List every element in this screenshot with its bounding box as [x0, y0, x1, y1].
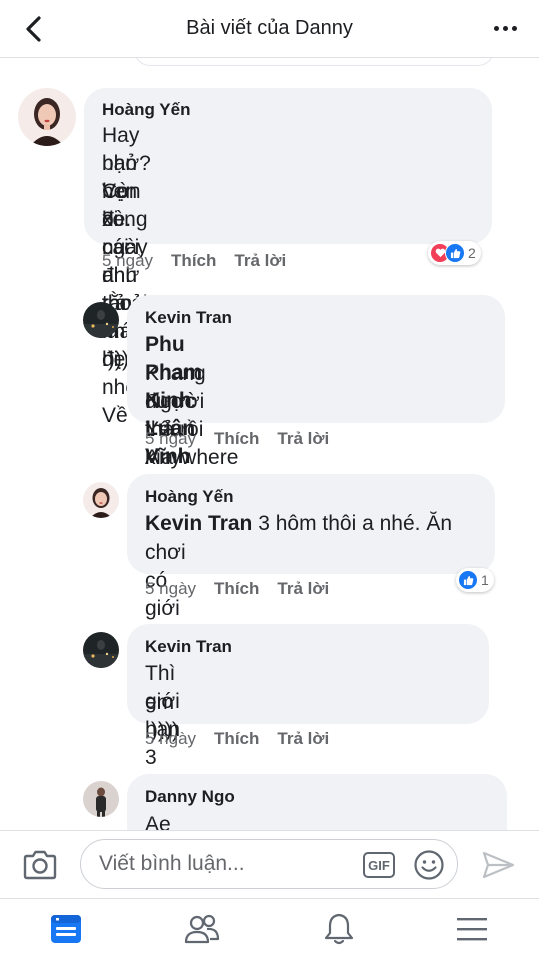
hamburger-menu-icon	[457, 918, 487, 941]
comment-time: 5 ngày	[102, 251, 154, 270]
comment-time: 5 ngày	[145, 429, 197, 448]
thumbs-up-icon	[445, 243, 465, 263]
comment-author[interactable]: Hoàng Yến	[145, 487, 233, 507]
comment-text: 3 hôm thôi a nhé. Ăn	[252, 512, 453, 535]
reaction-summary[interactable]: 2	[428, 241, 481, 265]
comment-time: 5 ngày	[145, 729, 197, 748]
reaction-count: 1	[481, 572, 489, 588]
top-bar: Bài viết của Danny	[0, 0, 539, 58]
bell-icon	[324, 913, 354, 945]
smiley-icon	[414, 850, 444, 880]
comment-meta: 5 ngày Thích Trả lời	[102, 251, 286, 271]
dot-icon	[502, 25, 508, 31]
camera-icon	[23, 850, 57, 880]
news-feed-icon	[51, 915, 81, 943]
more-options-button[interactable]	[489, 16, 521, 40]
gif-button[interactable]: GIF	[363, 852, 395, 878]
comment-meta: 5 ngày Thích Trả lời	[145, 579, 329, 599]
reply-button[interactable]: Trả lời	[234, 251, 286, 270]
reaction-count: 2	[468, 245, 476, 261]
comment-time: 5 ngày	[145, 579, 197, 598]
reaction-summary[interactable]: 1	[456, 568, 494, 592]
like-button[interactable]: Thích	[214, 579, 259, 598]
bottom-navigation	[0, 898, 539, 960]
dot-icon	[493, 25, 499, 31]
page-title: Bài viết của Danny	[186, 17, 353, 39]
like-button[interactable]: Thích	[171, 251, 216, 270]
like-button[interactable]: Thích	[214, 729, 259, 748]
avatar[interactable]	[83, 482, 119, 518]
avatar[interactable]	[83, 781, 119, 817]
thumbs-up-icon	[458, 570, 478, 590]
dot-icon	[511, 25, 517, 31]
reply-button[interactable]: Trả lời	[277, 729, 329, 748]
comment-author[interactable]: Danny Ngo	[145, 787, 235, 807]
comment-input[interactable]	[99, 850, 359, 878]
avatar[interactable]	[83, 632, 119, 668]
comment-author[interactable]: Hoàng Yến	[102, 100, 190, 120]
avatar[interactable]	[18, 88, 76, 146]
comment-author[interactable]: Kevin Tran	[145, 637, 232, 657]
send-button[interactable]	[480, 849, 516, 881]
reply-button[interactable]: Trả lời	[277, 579, 329, 598]
tab-friends[interactable]	[182, 911, 222, 947]
camera-button[interactable]	[22, 849, 58, 881]
comment-meta: 5 ngày Thích Trả lời	[145, 429, 329, 449]
comment-input-container[interactable]: GIF	[80, 839, 458, 889]
comment-text-line: Kevin Tran 3 hôm thôi a nhé. Ăn	[145, 510, 452, 538]
mention-link[interactable]: Kevin Tran	[145, 512, 252, 535]
tab-notifications[interactable]	[319, 911, 359, 947]
comment-meta: 5 ngày Thích Trả lời	[145, 729, 329, 749]
comment-text-line: Ae nghe chưa? Tranh thủ đi ae :))	[145, 813, 171, 830]
previous-comment-edge	[134, 58, 494, 66]
tab-news-feed[interactable]	[46, 911, 86, 947]
emoji-button[interactable]	[413, 849, 445, 881]
tab-menu[interactable]	[452, 911, 492, 947]
send-arrow-icon	[482, 851, 515, 879]
avatar[interactable]	[83, 302, 119, 338]
like-button[interactable]: Thích	[214, 429, 259, 448]
comment-author[interactable]: Kevin Tran	[145, 308, 232, 328]
comment-list: Hoàng Yến Hay nhở? Vợ đi cái i như rằng …	[0, 58, 539, 830]
friends-icon	[184, 914, 220, 944]
comment-composer: GIF	[0, 830, 539, 898]
reply-button[interactable]: Trả lời	[277, 429, 329, 448]
